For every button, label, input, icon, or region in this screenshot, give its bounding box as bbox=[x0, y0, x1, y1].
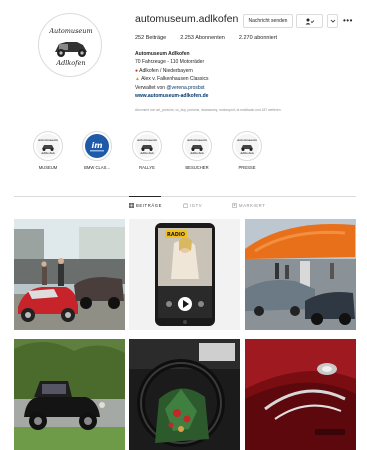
post-image: RADIO bbox=[129, 219, 240, 330]
tagged-icon bbox=[232, 203, 237, 208]
highlight-label: MUSEUM bbox=[38, 165, 58, 170]
museum-logo-icon: Automuseum Adlkofen bbox=[47, 22, 95, 70]
svg-text:Automuseum: Automuseum bbox=[37, 138, 58, 142]
museum-logo-icon: Automuseum Adlkofen bbox=[135, 134, 159, 158]
bio-name: Automuseum Adlkofen bbox=[135, 51, 190, 57]
bio-line-1: 70 Fahrzeuge - 110 Motorräder bbox=[135, 59, 205, 66]
profile-avatar[interactable]: Automuseum Adlkofen bbox=[38, 13, 102, 77]
person-check-icon bbox=[305, 18, 314, 24]
tab-posts[interactable]: BEITRÄGE bbox=[129, 203, 162, 208]
post-tile-orange-tent[interactable] bbox=[245, 219, 356, 330]
svg-text:Adlkofen: Adlkofen bbox=[189, 151, 204, 155]
following-count[interactable]: 2.270 abonniert bbox=[239, 35, 277, 41]
post-tile-radio-app[interactable]: RADIO bbox=[129, 219, 240, 330]
highlight-label: BMW CLAS... bbox=[84, 165, 110, 170]
following-button[interactable] bbox=[296, 14, 323, 28]
active-tab-indicator bbox=[129, 196, 161, 197]
post-image bbox=[14, 219, 125, 330]
tab-igtv[interactable]: IGTV bbox=[183, 203, 202, 208]
post-image bbox=[245, 339, 356, 450]
managed-by-link[interactable]: @verena.prosbst bbox=[166, 85, 204, 91]
chevron-down-icon bbox=[330, 19, 335, 23]
museum-logo-icon: Automuseum Adlkofen bbox=[185, 134, 209, 158]
post-image bbox=[245, 219, 356, 330]
post-image bbox=[129, 339, 240, 450]
followed-by-text[interactable]: Abonniert von art_porsche, cs_buy, porsc… bbox=[135, 108, 360, 112]
avatar-text-top: Automuseum bbox=[48, 27, 92, 35]
highlight-label: RALLYE bbox=[139, 165, 155, 170]
svg-text:Automuseum: Automuseum bbox=[236, 138, 257, 142]
highlight-museum[interactable]: Automuseum Adlkofen MUSEUM bbox=[23, 131, 73, 170]
profile-bio: Automuseum Adlkofen 70 Fahrzeuge - 110 M… bbox=[135, 50, 209, 100]
svg-text:im: im bbox=[91, 141, 102, 150]
suggestions-dropdown-button[interactable] bbox=[327, 14, 338, 28]
post-tile-christmas-wheel[interactable] bbox=[129, 339, 240, 450]
svg-text:Adlkofen: Adlkofen bbox=[139, 151, 154, 155]
svg-text:Automuseum: Automuseum bbox=[186, 138, 207, 142]
website-link[interactable]: www.automuseum-adlkofen.de bbox=[135, 92, 209, 100]
more-options-button[interactable]: ••• bbox=[343, 16, 353, 25]
avatar-text-bottom: Adlkofen bbox=[55, 59, 85, 67]
story-highlights: Automuseum Adlkofen MUSEUM im BMW CLAS...… bbox=[0, 131, 367, 181]
bio-managed: Verwaltet von @verena.prosbst bbox=[135, 84, 205, 91]
radio-badge: RADIO bbox=[167, 232, 185, 238]
post-tile-red-classic-cars[interactable] bbox=[14, 219, 125, 330]
highlight-label: BESUCHER bbox=[185, 165, 209, 170]
svg-text:Automuseum: Automuseum bbox=[136, 138, 157, 142]
svg-text:Adlkofen: Adlkofen bbox=[40, 151, 55, 155]
svg-text:Adlkofen: Adlkofen bbox=[239, 151, 254, 155]
museum-logo-icon: Automuseum Adlkofen bbox=[235, 134, 259, 158]
profile-tabs: BEITRÄGE IGTV MARKIERT bbox=[14, 196, 356, 216]
museum-logo-icon: Automuseum Adlkofen bbox=[36, 134, 60, 158]
trophy-icon: ▲ bbox=[135, 76, 140, 83]
post-image bbox=[14, 339, 125, 450]
highlight-bmw[interactable]: im BMW CLAS... bbox=[72, 131, 122, 170]
posts-count: 252 Beiträge bbox=[135, 35, 167, 41]
tab-tagged[interactable]: MARKIERT bbox=[232, 203, 265, 208]
bio-line-3: ▲ Alex v. Falkenhausen Classics bbox=[135, 76, 209, 83]
highlight-rallye[interactable]: Automuseum Adlkofen RALLYE bbox=[122, 131, 172, 170]
im-logo-icon: im bbox=[85, 134, 109, 158]
profile-header: Automuseum Adlkofen automuseum.adlkofen … bbox=[0, 0, 367, 120]
profile-stats: 252 Beiträge 2.253 Abonnenten 2.270 abon… bbox=[135, 35, 277, 41]
grid-icon bbox=[129, 203, 134, 208]
post-tile-black-vintage-car[interactable] bbox=[14, 339, 125, 450]
bio-line-2: ● Adlkofen / Niederbayern bbox=[135, 67, 193, 74]
post-tile-red-car-detail[interactable] bbox=[245, 339, 356, 450]
followers-count[interactable]: 2.253 Abonnenten bbox=[180, 35, 225, 41]
profile-username: automuseum.adlkofen bbox=[135, 13, 239, 25]
highlight-besucher[interactable]: Automuseum Adlkofen BESUCHER bbox=[172, 131, 222, 170]
igtv-icon bbox=[183, 203, 188, 208]
highlight-presse[interactable]: Automuseum Adlkofen PRESSE bbox=[222, 131, 272, 170]
pin-icon: ● bbox=[135, 67, 139, 74]
highlight-label: PRESSE bbox=[238, 165, 256, 170]
message-button[interactable]: Nachricht senden bbox=[243, 14, 293, 28]
